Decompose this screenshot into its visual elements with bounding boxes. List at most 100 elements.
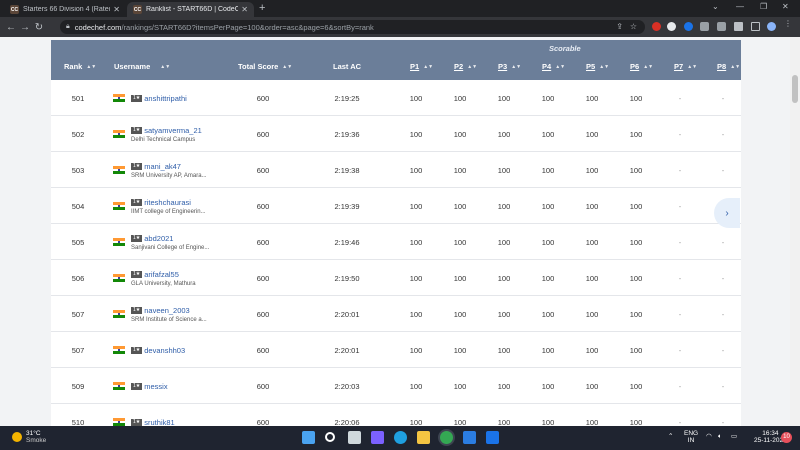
problem-score-cell[interactable]: 100 — [576, 404, 608, 427]
problem-score-cell[interactable]: 100 — [532, 404, 564, 427]
header-problem-3[interactable]: P3 ▲▼ — [498, 62, 521, 71]
extension-icon[interactable] — [684, 22, 693, 31]
problem-score-cell[interactable]: 100 — [576, 368, 608, 404]
problem-score-cell[interactable]: 100 — [620, 296, 652, 332]
file-explorer-icon[interactable] — [417, 431, 430, 444]
mail-icon[interactable] — [463, 431, 476, 444]
problem-score-cell[interactable]: 100 — [620, 152, 652, 188]
problem-score-cell[interactable]: 100 — [488, 224, 520, 260]
problem-score-cell[interactable]: 100 — [488, 332, 520, 368]
problem-score-cell[interactable]: 100 — [444, 404, 476, 427]
problem-score-cell[interactable]: 100 — [576, 260, 608, 296]
share-icon[interactable]: ⇪ — [616, 22, 623, 31]
tab-starters-66[interactable]: CC Starters 66 Division 4 (Rated) Co ✕ — [4, 2, 126, 17]
problem-score-cell[interactable]: 100 — [620, 260, 652, 296]
problem-score-cell[interactable]: 100 — [620, 404, 652, 427]
problem-score-cell[interactable]: 100 — [576, 80, 608, 116]
header-rank[interactable]: Rank ▲▼ — [64, 62, 96, 71]
extension-icon[interactable] — [717, 22, 726, 31]
problem-score-cell[interactable]: 100 — [620, 80, 652, 116]
problem-score-cell[interactable]: 100 — [576, 188, 608, 224]
problem-score-cell[interactable]: 100 — [576, 332, 608, 368]
problem-score-cell[interactable]: 100 — [532, 260, 564, 296]
problem-score-cell[interactable]: 100 — [488, 188, 520, 224]
problem-score-cell[interactable]: 100 — [444, 80, 476, 116]
problem-score-cell[interactable]: 100 — [576, 224, 608, 260]
volume-icon[interactable]: 🔈︎ — [718, 433, 722, 440]
problem-score-cell[interactable]: 100 — [400, 80, 432, 116]
problem-score-cell[interactable]: 100 — [400, 188, 432, 224]
address-bar[interactable]: 🔒︎ codechef.com/rankings/START66D?itemsP… — [60, 20, 645, 34]
username-link[interactable]: devanshh03 — [144, 346, 185, 355]
chevron-up-icon[interactable]: ⌃ — [668, 433, 673, 440]
minimize-icon[interactable]: — — [736, 2, 744, 11]
problem-score-cell[interactable]: 100 — [444, 116, 476, 152]
problem-score-cell[interactable]: 100 — [488, 260, 520, 296]
problem-score-cell[interactable]: 100 — [620, 332, 652, 368]
extension-icon[interactable] — [700, 22, 709, 31]
chrome-icon[interactable] — [440, 431, 453, 444]
problem-score-cell[interactable]: 100 — [444, 260, 476, 296]
more-menu-icon[interactable]: ⋮ — [784, 19, 793, 28]
problem-score-cell[interactable]: 100 — [488, 116, 520, 152]
problem-score-cell[interactable]: 100 — [488, 368, 520, 404]
header-username[interactable]: Username ▲▼ — [114, 62, 170, 71]
language-indicator[interactable]: ENG IN — [684, 430, 698, 444]
avatar[interactable] — [767, 22, 776, 31]
header-problem-4[interactable]: P4 ▲▼ — [542, 62, 565, 71]
problem-score-cell[interactable]: 100 — [444, 368, 476, 404]
scroll-right-chevron-icon[interactable]: › — [714, 198, 740, 228]
problem-score-cell[interactable]: 100 — [576, 116, 608, 152]
header-problem-1[interactable]: P1 ▲▼ — [410, 62, 433, 71]
problem-score-cell[interactable]: 100 — [532, 188, 564, 224]
weather-widget[interactable]: 31°C Smoke — [12, 430, 46, 444]
problem-score-cell[interactable]: 100 — [400, 152, 432, 188]
window-close-icon[interactable]: ✕ — [782, 2, 789, 11]
problem-score-cell[interactable]: 100 — [532, 332, 564, 368]
problem-score-cell[interactable]: 100 — [620, 368, 652, 404]
problem-score-cell[interactable]: 100 — [532, 80, 564, 116]
store-icon[interactable] — [486, 431, 499, 444]
problem-score-cell[interactable]: 100 — [532, 296, 564, 332]
task-view-icon[interactable] — [348, 431, 361, 444]
new-tab-icon[interactable]: + — [259, 2, 265, 14]
header-problem-5[interactable]: P5 ▲▼ — [586, 62, 609, 71]
username-link[interactable]: naveen_2003 — [144, 306, 189, 315]
problem-score-cell[interactable]: 100 — [532, 116, 564, 152]
username-link[interactable]: messix — [144, 382, 167, 391]
tab-search-chevron-down-icon[interactable]: ⌄ — [712, 2, 719, 11]
edge-icon[interactable] — [394, 431, 407, 444]
problem-score-cell[interactable]: 100 — [620, 116, 652, 152]
search-icon[interactable] — [325, 432, 335, 442]
problem-score-cell[interactable]: 100 — [444, 224, 476, 260]
tab-ranklist[interactable]: CC Ranklist - START66D | CodeChef ✕ — [127, 2, 254, 17]
header-problem-8[interactable]: P8 ▲▼ — [717, 62, 740, 71]
username-link[interactable]: abd2021 — [144, 234, 173, 243]
header-problem-6[interactable]: P6 ▲▼ — [630, 62, 653, 71]
problem-score-cell[interactable]: 100 — [400, 404, 432, 427]
problem-score-cell[interactable]: 100 — [400, 332, 432, 368]
problem-score-cell[interactable]: 100 — [400, 296, 432, 332]
extensions-puzzle-icon[interactable] — [734, 22, 743, 31]
extension-icon[interactable] — [667, 22, 676, 31]
wifi-icon[interactable]: ◠ — [706, 433, 712, 440]
problem-score-cell[interactable]: 100 — [444, 332, 476, 368]
side-panel-icon[interactable] — [751, 22, 760, 31]
back-icon[interactable]: ← — [4, 22, 18, 33]
close-icon[interactable]: ✕ — [241, 5, 248, 14]
problem-score-cell[interactable]: 100 — [620, 188, 652, 224]
username-link[interactable]: arifafzal55 — [144, 270, 179, 279]
forward-icon[interactable]: → — [18, 22, 32, 33]
notification-badge[interactable]: 10 — [781, 432, 792, 443]
problem-score-cell[interactable]: 100 — [444, 188, 476, 224]
problem-score-cell[interactable]: 100 — [620, 224, 652, 260]
extension-icon[interactable] — [652, 22, 661, 31]
battery-icon[interactable]: ▭ — [731, 433, 737, 440]
scrollbar-thumb[interactable] — [792, 75, 798, 103]
problem-score-cell[interactable]: 100 — [576, 296, 608, 332]
reload-icon[interactable]: ↻ — [32, 22, 46, 33]
header-total-score[interactable]: Total Score ▲▼ — [238, 62, 292, 71]
problem-score-cell[interactable]: 100 — [532, 224, 564, 260]
problem-score-cell[interactable]: 100 — [488, 404, 520, 427]
problem-score-cell[interactable]: 100 — [400, 224, 432, 260]
